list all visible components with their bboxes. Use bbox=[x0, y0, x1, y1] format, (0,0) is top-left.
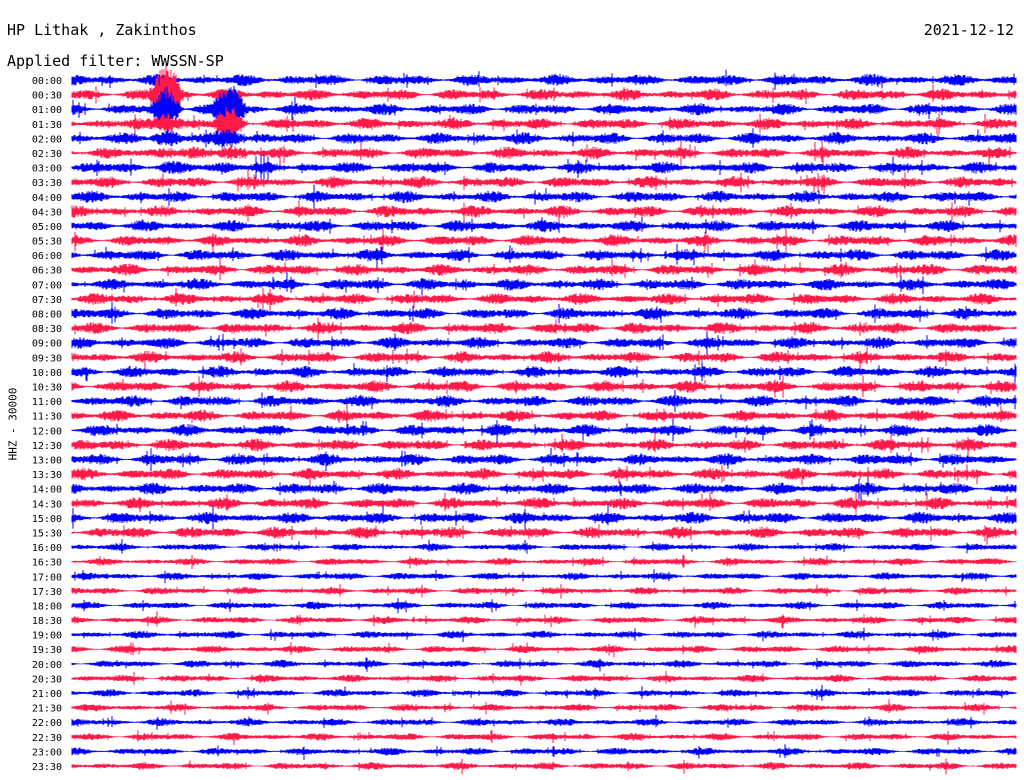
time-label: 11:30 bbox=[32, 412, 62, 423]
trace-row-1630 bbox=[71, 555, 1017, 569]
trace-row-0500 bbox=[71, 216, 1017, 234]
time-label: 19:00 bbox=[32, 631, 62, 642]
time-label: 21:30 bbox=[32, 704, 62, 715]
time-label: 23:30 bbox=[32, 762, 62, 773]
trace-row-0200 bbox=[71, 128, 1017, 148]
time-label: 13:00 bbox=[32, 456, 62, 467]
trace-row-1800 bbox=[71, 598, 1017, 614]
time-label: 00:00 bbox=[32, 76, 62, 87]
time-label: 06:30 bbox=[32, 266, 62, 277]
time-label: 22:30 bbox=[32, 733, 62, 744]
time-label: 22:00 bbox=[32, 718, 62, 729]
trace-row-0800 bbox=[71, 302, 1017, 324]
trace-row-1930 bbox=[71, 642, 1017, 658]
time-label: 17:00 bbox=[32, 572, 62, 583]
time-label: 03:00 bbox=[32, 164, 62, 175]
time-label: 14:00 bbox=[32, 485, 62, 496]
trace-row-0300 bbox=[71, 155, 1017, 182]
time-label: 13:30 bbox=[32, 470, 62, 481]
trace-row-1200 bbox=[71, 418, 1017, 444]
trace-row-0830 bbox=[71, 317, 1017, 339]
time-label: 17:30 bbox=[32, 587, 62, 598]
trace-row-0700 bbox=[71, 272, 1017, 295]
time-label: 07:00 bbox=[32, 280, 62, 291]
time-label: 15:00 bbox=[32, 514, 62, 525]
time-label: 05:30 bbox=[32, 237, 62, 248]
time-label: 18:00 bbox=[32, 601, 62, 612]
time-label: 09:30 bbox=[32, 353, 62, 364]
trace-row-1530 bbox=[71, 524, 1017, 546]
trace-row-1100 bbox=[71, 389, 1017, 412]
time-label: 16:00 bbox=[32, 543, 62, 554]
trace-row-1330 bbox=[71, 464, 1017, 487]
trace-row-0600 bbox=[71, 243, 1017, 268]
trace-row-2030 bbox=[71, 671, 1017, 686]
time-label: 10:30 bbox=[32, 383, 62, 394]
time-label: 14:30 bbox=[32, 499, 62, 510]
time-label: 02:00 bbox=[32, 134, 62, 145]
trace-row-1730 bbox=[71, 583, 1017, 599]
time-label: 08:30 bbox=[32, 324, 62, 335]
trace-row-0630 bbox=[71, 258, 1017, 281]
time-label: 03:30 bbox=[32, 178, 62, 189]
time-label: 04:00 bbox=[32, 193, 62, 204]
trace-row-1900 bbox=[71, 627, 1017, 642]
time-label: 12:30 bbox=[32, 441, 62, 452]
time-label: 02:30 bbox=[32, 149, 62, 160]
time-label: 06:00 bbox=[32, 251, 62, 262]
time-label: 18:30 bbox=[32, 616, 62, 627]
trace-row-1430 bbox=[71, 490, 1017, 514]
time-label: 16:30 bbox=[32, 558, 62, 569]
time-label: 01:30 bbox=[32, 120, 62, 131]
time-label: 19:30 bbox=[32, 645, 62, 656]
trace-row-1030 bbox=[71, 375, 1017, 398]
trace-row-1400 bbox=[71, 476, 1017, 501]
trace-row-2300 bbox=[71, 744, 1017, 760]
time-label: 01:00 bbox=[32, 105, 62, 116]
trace-row-1000 bbox=[71, 361, 1017, 384]
time-label: 21:00 bbox=[32, 689, 62, 700]
filter-label: Applied filter: WWSSN-SP bbox=[7, 52, 224, 70]
time-label: 23:00 bbox=[32, 747, 62, 758]
trace-row-1700 bbox=[71, 569, 1017, 584]
time-label: 12:00 bbox=[32, 426, 62, 437]
time-axis-labels: 00:00 00:30 01:00 01:30 02:00 02:30 03:00 03:30… bbox=[32, 76, 62, 773]
trace-row-1600 bbox=[71, 539, 1017, 554]
chart-date: 2021-12-12 bbox=[923, 21, 1014, 39]
time-label: 07:30 bbox=[32, 295, 62, 306]
trace-row-1300 bbox=[71, 447, 1017, 471]
time-label: 05:00 bbox=[32, 222, 62, 233]
trace-row-0000 bbox=[71, 69, 1017, 90]
trace-row-0330 bbox=[71, 169, 1017, 195]
trace-row-0530 bbox=[71, 228, 1017, 253]
trace-row-2230 bbox=[71, 730, 1017, 746]
trace-row-2000 bbox=[71, 657, 1017, 672]
time-label: 15:30 bbox=[32, 529, 62, 540]
time-label: 20:00 bbox=[32, 660, 62, 671]
trace-row-2130 bbox=[71, 699, 1017, 715]
trace-row-2100 bbox=[71, 684, 1017, 701]
time-label: 09:00 bbox=[32, 339, 62, 350]
trace-row-0430 bbox=[71, 200, 1017, 223]
time-label: 00:30 bbox=[32, 91, 62, 102]
station-title: HP Lithak , Zakinthos bbox=[7, 21, 197, 39]
trace-row-1130 bbox=[71, 403, 1017, 426]
trace-row-0230 bbox=[71, 140, 1017, 167]
trace-row-1830 bbox=[71, 611, 1017, 629]
time-label: 20:30 bbox=[32, 674, 62, 685]
time-label: 11:00 bbox=[32, 397, 62, 408]
trace-row-0900 bbox=[71, 331, 1017, 356]
time-label: 04:30 bbox=[32, 207, 62, 218]
time-label: 08:00 bbox=[32, 310, 62, 321]
trace-row-1230 bbox=[71, 431, 1017, 457]
trace-row-2330 bbox=[71, 758, 1017, 775]
trace-row-0730 bbox=[71, 288, 1017, 311]
time-label: 10:00 bbox=[32, 368, 62, 379]
helicorder-plot: 00:00 00:30 01:00 01:30 02:00 02:30 03:00 03:30… bbox=[32, 61, 1017, 775]
trace-row-1500 bbox=[71, 504, 1017, 530]
channel-label: HHZ - 30000 bbox=[6, 387, 20, 461]
trace-row-0400 bbox=[71, 184, 1017, 209]
trace-row-2200 bbox=[71, 715, 1017, 730]
trace-group bbox=[71, 61, 1017, 775]
